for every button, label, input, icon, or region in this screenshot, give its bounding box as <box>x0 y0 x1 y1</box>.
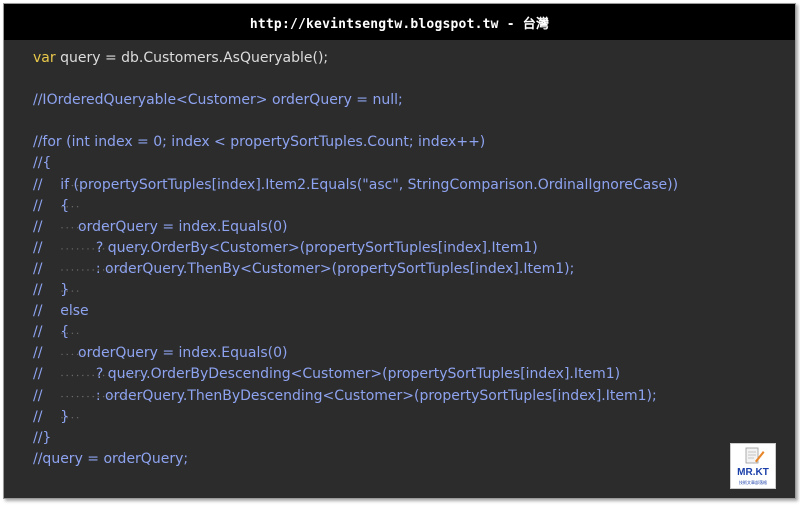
blog-url-text: http://kevintsengtw.blogspot.tw - 台灣 <box>249 16 550 32</box>
comment-text: //query = orderQuery; <box>33 450 189 467</box>
comment-text: // ? query.OrderBy<Customer>(propertySor… <box>33 239 538 256</box>
mrkt-logo: MR.KT 技術文章部落格 <box>730 443 776 489</box>
logo-title: MR.KT <box>737 467 769 478</box>
code-line: // if (propertySortTuples[index].Item2.E… <box>33 175 678 196</box>
code-line: // ? query.OrderBy<Customer>(propertySor… <box>33 238 678 259</box>
code-line: //{ <box>33 153 678 174</box>
code-line: //for (int index = 0; index < propertySo… <box>33 132 678 153</box>
code-line: // orderQuery = index.Equals(0) <box>33 343 678 364</box>
code-line: // ? query.OrderByDescending<Customer>(p… <box>33 364 678 385</box>
comment-text: // } <box>33 282 70 299</box>
code-line: // orderQuery = index.Equals(0) <box>33 217 678 238</box>
comment-text: // : orderQuery.ThenBy<Customer>(propert… <box>33 260 575 277</box>
code-block: var query = db.Customers.AsQueryable(); /… <box>33 48 678 470</box>
comment-text: // } <box>33 408 70 425</box>
document-icon <box>745 447 765 464</box>
comment-text: // { <box>33 197 70 214</box>
comment-text: // else <box>33 303 89 320</box>
code-line: //} <box>33 428 678 449</box>
code-line: var query = db.Customers.AsQueryable(); <box>33 48 678 69</box>
blog-url-header: http://kevintsengtw.blogspot.tw - 台灣 <box>4 4 795 40</box>
code-line: // } <box>33 280 678 301</box>
code-line: // } <box>33 407 678 428</box>
comment-text: // if (propertySortTuples[index].Item2.E… <box>33 176 679 193</box>
code-screenshot-frame: http://kevintsengtw.blogspot.tw - 台灣 var… <box>3 3 796 499</box>
logo-subtitle: 技術文章部落格 <box>739 480 767 485</box>
comment-text: // orderQuery = index.Equals(0) <box>33 345 288 362</box>
code-line: // : orderQuery.ThenBy<Customer>(propert… <box>33 259 678 280</box>
code-line: // : orderQuery.ThenByDescending<Custome… <box>33 386 678 407</box>
keyword-text: var <box>33 50 56 66</box>
code-line: // { <box>33 196 678 217</box>
comment-text: //{ <box>33 155 52 172</box>
code-line: //query = orderQuery; <box>33 449 678 470</box>
comment-text: // { <box>33 324 70 341</box>
comment-text: // : orderQuery.ThenByDescending<Custome… <box>33 387 657 404</box>
comment-text: // ? query.OrderByDescending<Customer>(p… <box>33 366 621 383</box>
comment-text: // orderQuery = index.Equals(0) <box>33 218 288 235</box>
comment-text: //} <box>33 429 52 446</box>
code-line: // { <box>33 322 678 343</box>
code-line: //IOrderedQueryable<Customer> orderQuery… <box>33 90 678 111</box>
comment-text: //for (int index = 0; index < propertySo… <box>33 134 486 151</box>
code-line: // else <box>33 301 678 322</box>
comment-text: //IOrderedQueryable<Customer> orderQuery… <box>33 92 403 109</box>
code-text: query = db.Customers.AsQueryable(); <box>55 50 329 66</box>
